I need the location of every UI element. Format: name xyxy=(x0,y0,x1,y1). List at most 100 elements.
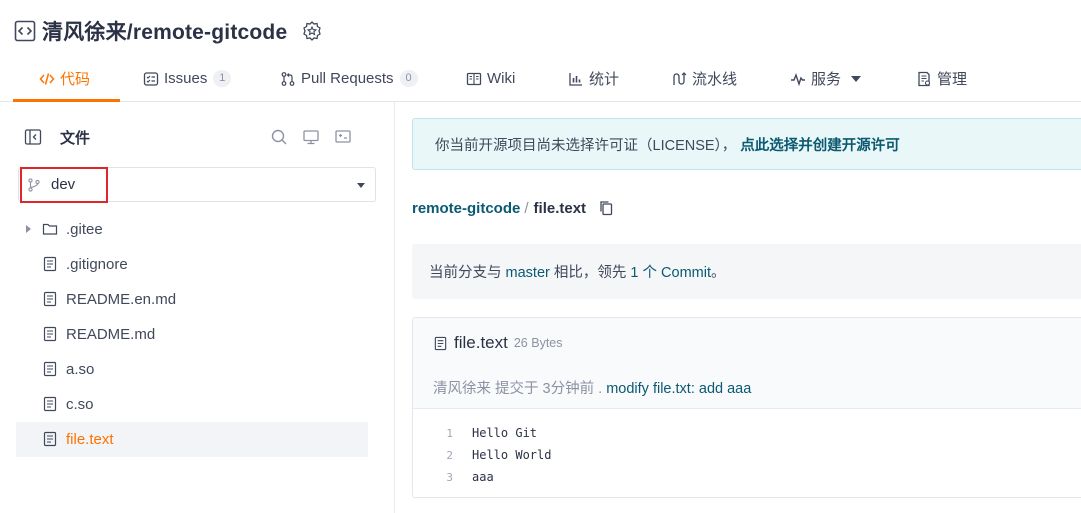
breadcrumb: remote-gitcode / file.text xyxy=(412,199,614,217)
pulse-icon xyxy=(791,72,805,86)
branch-compare-middle: 相比，领先 xyxy=(553,265,627,281)
tree-item-label: c.so xyxy=(66,396,94,413)
tab-label: Wiki xyxy=(487,70,516,87)
line-number[interactable]: 3 xyxy=(413,471,453,484)
collapse-sidebar-icon[interactable] xyxy=(24,128,42,146)
tree-item-label: README.md xyxy=(66,326,156,343)
code-line: 1 Hello Git xyxy=(413,422,1081,444)
last-commit-info: 清风徐来 提交于 3分钟前 . modify file.txt: add aaa xyxy=(433,377,751,398)
license-notice: 你当前开源项目尚未选择许可证（LICENSE）， 点此选择并创建开源许可 xyxy=(412,118,1081,170)
file-icon xyxy=(43,326,57,342)
tree-item-label: a.so xyxy=(66,361,95,378)
base-branch-link[interactable]: master xyxy=(506,265,550,281)
pr-count-badge: 0 xyxy=(399,70,418,87)
tree-item-gitignore[interactable]: .gitignore xyxy=(16,247,368,282)
breadcrumb-separator: / xyxy=(524,199,529,217)
tab-label: Pull Requests xyxy=(301,70,394,87)
tab-label: 管理 xyxy=(937,71,968,88)
branch-name: dev xyxy=(51,176,76,193)
wiki-icon xyxy=(466,72,482,85)
code-line: 2 Hello World xyxy=(413,444,1081,466)
tab-pull-requests[interactable]: Pull Requests 0 xyxy=(280,56,418,101)
tree-item-readme[interactable]: README.md xyxy=(16,317,368,352)
file-size: 26 Bytes xyxy=(513,336,563,350)
tree-item-c-so[interactable]: c.so xyxy=(16,387,368,422)
branch-compare-text: 当前分支与 master 相比，领先 1 个 Commit。 xyxy=(429,261,726,282)
tab-code[interactable]: 代码 xyxy=(12,56,121,102)
file-panel-actions xyxy=(270,128,352,146)
panel-divider xyxy=(394,102,395,513)
breadcrumb-repo-link[interactable]: remote-gitcode xyxy=(412,200,520,217)
tree-item-gitee-folder[interactable]: .gitee xyxy=(16,212,368,247)
file-tree: .gitee .gitignore README.en.md README.md… xyxy=(16,212,368,457)
tab-wiki[interactable]: Wiki xyxy=(466,56,515,101)
tree-item-label: .gitee xyxy=(66,221,103,238)
copy-icon[interactable] xyxy=(598,200,614,216)
line-text: aaa xyxy=(472,470,494,484)
code-icon xyxy=(39,72,55,85)
tab-pipeline[interactable]: 流水线 xyxy=(671,56,737,101)
branch-compare-notice: 当前分支与 master 相比，领先 1 个 Commit。 xyxy=(412,244,1081,299)
file-icon xyxy=(434,336,447,350)
file-icon xyxy=(43,396,57,412)
file-viewer: file.text 26 Bytes 清风徐来 提交于 3分钟前 . modif… xyxy=(412,317,1081,498)
tab-issues[interactable]: Issues 1 xyxy=(143,56,232,101)
file-icon xyxy=(43,431,57,447)
dropdown-arrow-icon xyxy=(357,183,365,188)
file-icon xyxy=(43,291,57,307)
web-ide-icon[interactable] xyxy=(302,128,320,146)
tree-item-a-so[interactable]: a.so xyxy=(16,352,368,387)
recommend-badge-icon[interactable] xyxy=(287,20,323,42)
tab-manage[interactable]: 管理 xyxy=(916,56,967,101)
line-number[interactable]: 2 xyxy=(413,449,453,462)
branch-compare-suffix: 。 xyxy=(711,265,726,281)
tab-label: 流水线 xyxy=(692,71,738,88)
commit-author[interactable]: 清风徐来 xyxy=(433,381,491,397)
line-text: Hello Git xyxy=(472,426,538,440)
line-text: Hello World xyxy=(472,448,552,462)
new-file-icon[interactable] xyxy=(334,128,352,146)
repo-code-icon xyxy=(14,20,42,42)
commit-meta: 提交于 3分钟前 . xyxy=(495,381,603,397)
tab-label: 代码 xyxy=(60,71,91,88)
repo-tabs: 代码 Issues 1 Pull Requests 0 Wiki 统计 流水线 … xyxy=(0,56,1081,102)
branch-icon xyxy=(28,177,40,192)
tree-item-label: README.en.md xyxy=(66,291,177,308)
tree-item-readme-en[interactable]: README.en.md xyxy=(16,282,368,317)
license-notice-text: 你当前开源项目尚未选择许可证（LICENSE）， xyxy=(435,137,737,154)
tree-item-label: .gitignore xyxy=(66,256,128,273)
file-panel-title: 文件 xyxy=(60,129,91,147)
pull-request-icon xyxy=(281,71,295,86)
commit-message-link[interactable]: modify file.txt: add aaa xyxy=(606,381,751,397)
tab-label: 服务 xyxy=(811,71,842,88)
file-icon xyxy=(43,256,57,272)
issues-icon xyxy=(143,71,159,86)
file-title-line: file.text 26 Bytes xyxy=(433,333,563,353)
repo-header: 清风徐来/remote-gitcode xyxy=(14,14,323,48)
issues-count-badge: 1 xyxy=(213,70,232,87)
repo-name[interactable]: 清风徐来/remote-gitcode xyxy=(42,16,287,46)
create-license-link[interactable]: 点此选择并创建开源许可 xyxy=(740,134,900,155)
tree-item-label: file.text xyxy=(66,431,114,448)
ahead-commits-link[interactable]: 1 个 Commit xyxy=(630,265,711,281)
file-name: file.text xyxy=(454,333,508,352)
line-number[interactable]: 1 xyxy=(413,427,453,440)
expand-arrow-icon[interactable] xyxy=(26,225,31,233)
tab-label: 统计 xyxy=(589,71,620,88)
tab-label: Issues xyxy=(164,70,208,87)
chart-icon xyxy=(569,72,582,86)
settings-doc-icon xyxy=(918,71,931,86)
breadcrumb-file: file.text xyxy=(533,199,587,217)
tree-item-file-text[interactable]: file.text xyxy=(16,422,368,457)
code-view: 1 Hello Git 2 Hello World 3 aaa xyxy=(413,422,1081,488)
tab-stats[interactable]: 统计 xyxy=(568,56,619,101)
branch-compare-prefix: 当前分支与 xyxy=(429,265,502,281)
search-icon[interactable] xyxy=(270,128,288,146)
pipeline-icon xyxy=(673,71,687,85)
branch-select[interactable]: dev xyxy=(18,167,376,202)
file-viewer-header: file.text 26 Bytes 清风徐来 提交于 3分钟前 . modif… xyxy=(413,318,1081,409)
tab-services[interactable]: 服务 xyxy=(790,56,862,101)
file-icon xyxy=(43,361,57,377)
code-line: 3 aaa xyxy=(413,466,1081,488)
folder-icon xyxy=(42,223,58,235)
